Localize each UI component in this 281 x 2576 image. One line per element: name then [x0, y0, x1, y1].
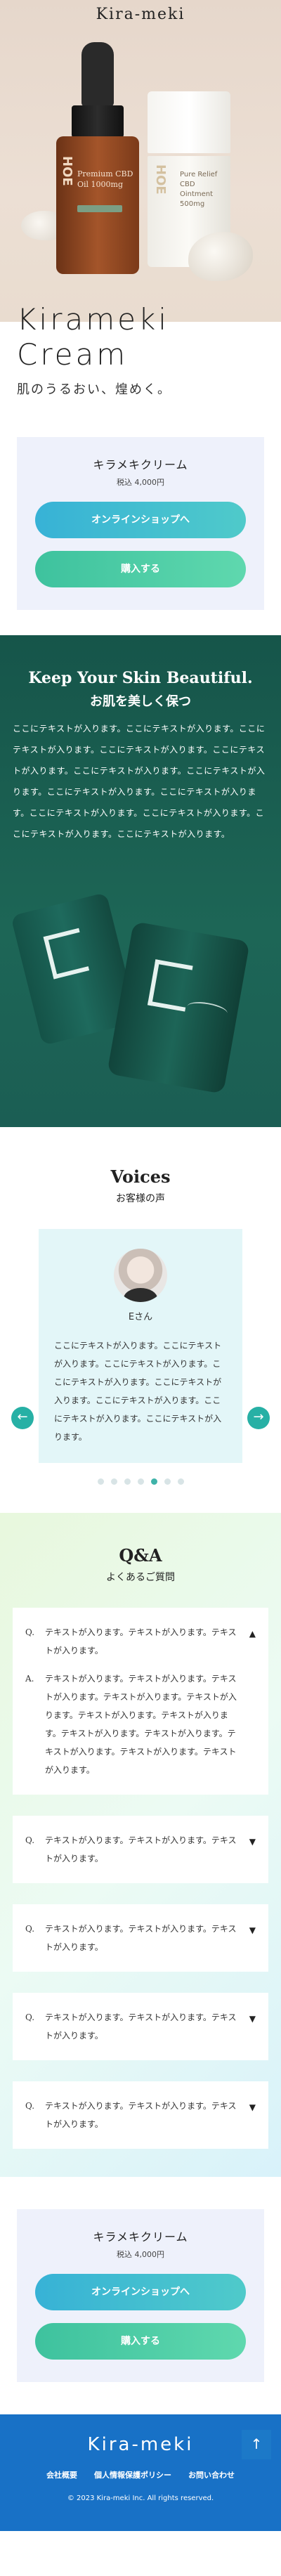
cream-jar-image — [107, 921, 250, 1094]
qa-item[interactable]: Q. テキストが入ります。テキストが入ります。テキストが入ります。 ▲ A. テ… — [13, 1608, 268, 1795]
slider-dot[interactable] — [164, 1478, 171, 1485]
jar-logo-icon — [43, 928, 90, 980]
qa-subtitle: よくあるご質問 — [106, 1572, 175, 1583]
qa-title: Q&A — [119, 1545, 162, 1566]
slider-dot-active[interactable] — [150, 1478, 157, 1485]
question-mark-label: Q. — [25, 1835, 35, 1845]
copyright: © 2023 Kira-meki Inc. All rights reserve… — [67, 2494, 214, 2502]
buy-button[interactable]: 購入する — [35, 551, 246, 587]
oil-bottle-image: HOE Premium CBD Oil 1000mg — [56, 42, 139, 274]
site-logo[interactable]: Kira-meki — [0, 6, 281, 23]
online-shop-button[interactable]: オンラインショップへ — [35, 502, 246, 538]
question-mark-label: Q. — [25, 1627, 35, 1637]
expand-icon[interactable]: ▼ — [249, 2098, 256, 2116]
qa-item[interactable]: Q. テキストが入ります。テキストが入ります。テキストが入ります。 ▼ — [13, 1993, 268, 2060]
testimonial-name: Eさん — [128, 1312, 153, 1322]
next-arrow-icon[interactable]: → — [247, 1407, 270, 1429]
page-top-button[interactable]: ↑ — [242, 2430, 271, 2459]
slider-dot[interactable] — [110, 1478, 117, 1485]
qa-answer: テキストが入ります。テキストが入ります。テキストが入ります。テキストが入ります。… — [45, 1674, 237, 1775]
qa-item[interactable]: Q. テキストが入ります。テキストが入ります。テキストが入ります。 ▼ — [13, 2081, 268, 2149]
footer-link-privacy[interactable]: 個人情報保護ポリシー — [94, 2469, 171, 2480]
hero-section: Kira-meki HOE Premium CBD Oil 1000mg HOE… — [0, 0, 281, 397]
qa-question: テキストが入ります。テキストが入ります。テキストが入ります。 — [45, 1924, 237, 1952]
testimonial-card: Eさん ここにテキストが入ります。ここにテキストが入ります。ここにテキストが入り… — [39, 1229, 242, 1463]
slider-dot[interactable] — [177, 1478, 184, 1485]
footer-logo[interactable]: Kira-meki — [7, 2434, 274, 2455]
product-name: キラメキクリーム — [93, 458, 188, 471]
voices-subtitle: お客様の声 — [116, 1193, 165, 1204]
jar-label-text: Pure Relief CBD Ointment 500mg — [180, 171, 218, 208]
keep-skin-section: Keep Your Skin Beautiful. お肌を美しく保つ ここにテキ… — [0, 635, 281, 1127]
purchase-box: キラメキクリーム 税込 4,000円 オンラインショップへ 購入する — [17, 2209, 264, 2382]
qa-list: Q. テキストが入ります。テキストが入ります。テキストが入ります。 ▲ A. テ… — [13, 1608, 268, 2149]
online-shop-button[interactable]: オンラインショップへ — [35, 2274, 246, 2310]
bottle-brand-text: HOE — [60, 156, 74, 186]
prev-arrow-icon[interactable]: ← — [11, 1407, 34, 1429]
hero-image: Kira-meki HOE Premium CBD Oil 1000mg HOE… — [0, 0, 281, 322]
purchase-box: キラメキクリーム 税込 4,000円 オンラインショップへ 購入する — [17, 437, 264, 610]
qa-question: テキストが入ります。テキストが入ります。テキストが入ります。 — [45, 2101, 237, 2129]
slider-dots — [0, 1478, 281, 1485]
footer-link-contact[interactable]: お問い合わせ — [188, 2469, 235, 2480]
qa-item[interactable]: Q. テキストが入ります。テキストが入ります。テキストが入ります。 ▼ — [13, 1904, 268, 1972]
hero-title-line1: Kirameki — [17, 302, 169, 337]
slider-dot[interactable] — [97, 1478, 104, 1485]
qa-section: Q&A よくあるご質問 Q. テキストが入ります。テキストが入ります。テキストが… — [0, 1513, 281, 2177]
expand-icon[interactable]: ▼ — [249, 2010, 256, 2028]
footer-link-company[interactable]: 会社概要 — [46, 2469, 77, 2480]
keep-title: Keep Your Skin Beautiful. — [28, 669, 253, 687]
stone-decoration — [188, 232, 253, 281]
collapse-icon[interactable]: ▲ — [249, 1625, 256, 1643]
jar-brand-text: HOE — [153, 164, 168, 195]
product-price: 税込 4,000円 — [117, 2250, 164, 2259]
hero-title: Kirameki Cream — [17, 302, 169, 372]
qa-question: テキストが入ります。テキストが入ります。テキストが入ります。 — [45, 1627, 237, 1655]
testimonial-text: ここにテキストが入ります。ここにテキストが入ります。ここにテキストが入ります。こ… — [54, 1341, 222, 1442]
footer-nav: 会社概要 個人情報保護ポリシー お問い合わせ — [7, 2469, 274, 2480]
buy-button[interactable]: 購入する — [35, 2323, 246, 2360]
expand-icon[interactable]: ▼ — [249, 1833, 256, 1851]
product-price: 税込 4,000円 — [117, 478, 164, 487]
answer-mark-label: A. — [25, 1674, 34, 1684]
product-name: キラメキクリーム — [93, 2230, 188, 2244]
question-mark-label: Q. — [25, 1924, 35, 1934]
purchase-section: キラメキクリーム 税込 4,000円 オンラインショップへ 購入する — [0, 412, 281, 635]
question-mark-label: Q. — [25, 2101, 35, 2111]
hero-title-line2: Cream — [17, 337, 129, 372]
slider-dot[interactable] — [137, 1478, 144, 1485]
question-mark-label: Q. — [25, 2012, 35, 2022]
qa-question: テキストが入ります。テキストが入ります。テキストが入ります。 — [45, 1835, 237, 1863]
qa-item[interactable]: Q. テキストが入ります。テキストが入ります。テキストが入ります。 ▼ — [13, 1816, 268, 1883]
voices-section: Voices お客様の声 Eさん ここにテキストが入ります。ここにテキストが入り… — [0, 1127, 281, 1513]
qa-question: テキストが入ります。テキストが入ります。テキストが入ります。 — [45, 2012, 237, 2041]
voices-title: Voices — [110, 1166, 171, 1187]
footer: Kira-meki 会社概要 個人情報保護ポリシー お問い合わせ © 2023 … — [0, 2414, 281, 2531]
page: Kira-meki HOE Premium CBD Oil 1000mg HOE… — [0, 0, 281, 2531]
keep-body-text: ここにテキストが入ります。ここにテキストが入ります。ここにテキストが入ります。こ… — [13, 724, 266, 839]
hero-subtitle: 肌のうるおい、煌めく。 — [17, 382, 171, 397]
avatar — [114, 1249, 167, 1302]
slider-dot[interactable] — [124, 1478, 131, 1485]
expand-icon[interactable]: ▼ — [249, 1921, 256, 1939]
jar-logo-icon — [147, 959, 193, 1012]
purchase-section-bottom: キラメキクリーム 税込 4,000円 オンラインショップへ 購入する — [0, 2177, 281, 2414]
keep-subtitle: お肌を美しく保つ — [90, 694, 191, 709]
bottle-label-text: Premium CBD Oil 1000mg — [77, 169, 133, 189]
